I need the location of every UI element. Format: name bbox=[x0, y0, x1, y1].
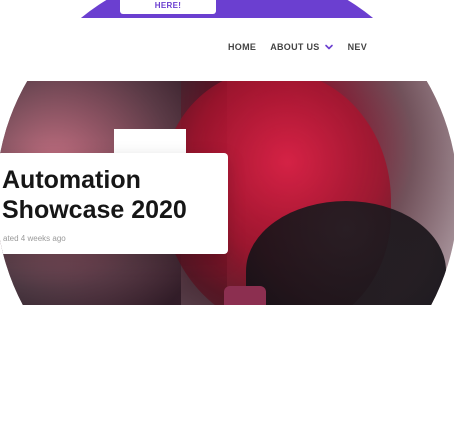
nav-home[interactable]: HOME bbox=[228, 42, 256, 52]
chevron-down-icon bbox=[324, 44, 333, 50]
nav-home-label: HOME bbox=[228, 42, 257, 52]
featured-post-meta: ated 4 weeks ago bbox=[3, 234, 66, 243]
banner-cta[interactable]: HERE! bbox=[120, 0, 216, 14]
top-banner: HERE! bbox=[0, 0, 454, 18]
nav-news-label: NEV bbox=[347, 42, 368, 52]
banner-cta-text: HERE! bbox=[154, 0, 182, 10]
featured-post-title[interactable]: Automation Showcase 2020 bbox=[2, 165, 228, 225]
featured-post-card[interactable]: Automation Showcase 2020 ated 4 weeks ag… bbox=[0, 153, 228, 254]
main-nav: HOME ABOUT US NEV bbox=[228, 42, 367, 52]
circular-viewport: HERE! HOME ABOUT US NEV Automation Showc… bbox=[0, 0, 454, 428]
hero-bag-strap bbox=[224, 286, 266, 305]
below-hero-area bbox=[0, 305, 454, 345]
nav-about-us[interactable]: ABOUT US bbox=[270, 42, 333, 52]
nav-news[interactable]: NEV bbox=[348, 42, 367, 52]
nav-about-us-label: ABOUT US bbox=[270, 42, 320, 52]
